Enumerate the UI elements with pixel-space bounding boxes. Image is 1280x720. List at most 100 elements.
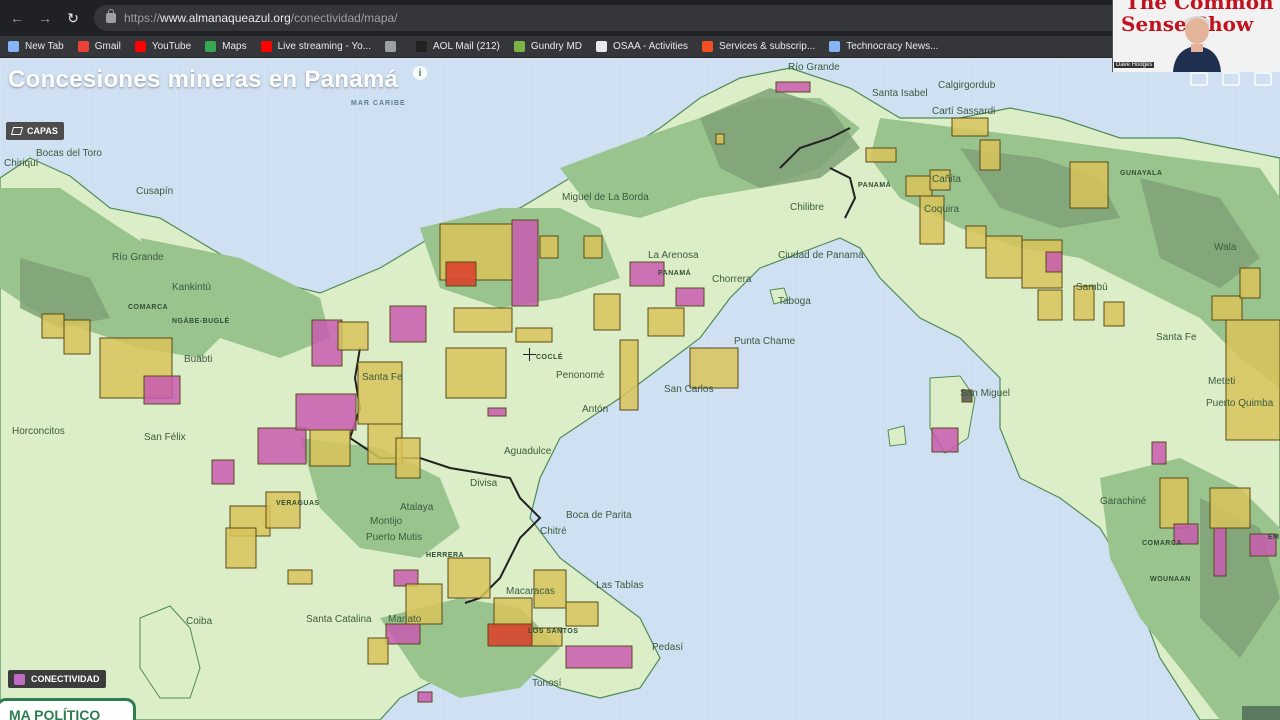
aol-icon xyxy=(416,41,427,52)
place-label: Macaracas xyxy=(506,586,555,597)
place-label: Santa Fe xyxy=(362,372,403,383)
bookmark-label: Gmail xyxy=(94,41,121,52)
url-path: /conectividad/mapa/ xyxy=(290,11,398,25)
info-icon[interactable]: i xyxy=(413,66,427,80)
place-label: Aguadulce xyxy=(504,446,552,457)
place-label: Garachiné xyxy=(1100,496,1147,507)
browser-toolbar: ← → ↻ https://www.almanaqueazul.org/cone… xyxy=(0,0,1280,36)
place-label: Chiriquí xyxy=(4,158,39,169)
place-label: Tonosí xyxy=(532,678,562,689)
youtube-icon xyxy=(260,41,272,52)
bookmark-label: AOL Mail (212) xyxy=(433,41,500,52)
place-label: Chorrera xyxy=(712,274,752,285)
lock-icon xyxy=(106,9,116,23)
place-label: Mariato xyxy=(388,614,422,625)
place-label: Boca de Parita xyxy=(566,510,632,521)
place-label: Pedasí xyxy=(652,642,684,653)
place-label: Calgirgordub xyxy=(938,80,996,91)
bookmark-label: Services & subscrip... xyxy=(719,41,816,52)
bookmark-item[interactable]: Maps xyxy=(205,41,247,52)
bookmarks-bar: New Tab Gmail YouTube Maps Live streaming - … xyxy=(0,36,1280,58)
place-label: San Carlos xyxy=(664,384,714,395)
place-label: Atalaya xyxy=(400,502,434,513)
place-label: HERRERA xyxy=(426,552,465,559)
place-label: PANAMÁ xyxy=(858,182,892,189)
place-label: Santa Isabel xyxy=(872,88,928,99)
bookmark-label: New Tab xyxy=(25,41,64,52)
youtube-icon xyxy=(134,41,146,52)
connectivity-button[interactable]: CONECTIVIDAD xyxy=(8,670,106,688)
place-label: VERAGUAS xyxy=(276,500,320,507)
map-corner-control[interactable] xyxy=(1242,706,1280,720)
crosshair-cursor-icon xyxy=(523,348,536,361)
place-label: Río Grande xyxy=(788,62,840,73)
globe-icon xyxy=(829,41,841,52)
url-scheme: https:// xyxy=(124,11,161,25)
place-label: Chitré xyxy=(540,526,567,537)
apps-grid-icon xyxy=(8,41,19,52)
place-label: Bocas del Toro xyxy=(36,148,102,159)
place-label: LOS SANTOS xyxy=(528,628,579,635)
place-label: COMARCA xyxy=(1142,540,1183,547)
place-label: Taboga xyxy=(778,296,811,307)
bookmark-item[interactable]: OSAA - Activities xyxy=(596,41,688,52)
place-label: Penonomé xyxy=(556,370,605,381)
bookmark-label: YouTube xyxy=(151,41,192,52)
place-label: Río Grande xyxy=(112,252,164,263)
bookmark-item[interactable]: AOL Mail (212) xyxy=(416,41,500,52)
bookmark-item[interactable]: Gmail xyxy=(77,41,121,52)
place-label: La Arenosa xyxy=(648,250,699,261)
place-label: Sambú xyxy=(1076,282,1108,293)
bookmark-item[interactable]: New Tab xyxy=(8,41,64,52)
maps-icon xyxy=(205,41,217,52)
place-label: San Miguel xyxy=(960,388,1011,399)
bookmark-item[interactable] xyxy=(385,41,402,52)
place-label: COCLÉ xyxy=(536,354,563,361)
place-label: Buäbti xyxy=(184,354,213,365)
fullscreen-icon[interactable] xyxy=(1254,72,1272,86)
presenter-avatar xyxy=(1173,16,1221,72)
microsoft-icon xyxy=(702,41,714,52)
place-label: Coquira xyxy=(924,204,960,215)
place-label: San Félix xyxy=(144,432,186,443)
webcam-overlay: The Common Sense Show Dave Hodges xyxy=(1112,0,1280,72)
place-label: Miguel de La Borda xyxy=(562,192,649,203)
embed-icon[interactable] xyxy=(1222,72,1240,86)
place-label: Ciudad de Panamá xyxy=(778,250,864,261)
place-label: Horconcitos xyxy=(12,426,65,437)
map-title: Concesiones mineras en Panamá xyxy=(8,66,399,93)
osaa-icon xyxy=(596,41,607,52)
place-label: NGÄBE-BUGLÉ xyxy=(172,318,230,325)
place-label: Puerto Quimba xyxy=(1206,398,1274,409)
share-icon[interactable] xyxy=(1190,72,1208,86)
bookmark-label: Live streaming - Yo... xyxy=(277,41,371,52)
reload-icon[interactable]: ↻ xyxy=(62,7,84,29)
political-map-tab[interactable]: MA POLÍTICO xyxy=(0,698,136,720)
layers-icon xyxy=(10,127,24,135)
place-label: Las Tablas xyxy=(596,580,644,591)
place-label: Santa Fe xyxy=(1156,332,1197,343)
connectivity-button-label: CONECTIVIDAD xyxy=(31,674,100,684)
bookmark-label: Gundry MD xyxy=(530,41,582,52)
bookmark-item[interactable]: Live streaming - Yo... xyxy=(260,41,371,52)
bookmark-label: Technocracy News... xyxy=(846,41,939,52)
map-toolbar xyxy=(1190,72,1272,86)
place-label: Santa Catalina xyxy=(306,614,372,625)
map-viewport[interactable]: MAR CARIBE Bocas del Toro Chiriquí Cusapín… xyxy=(0,58,1280,720)
bookmark-item[interactable]: Gundry MD xyxy=(513,41,582,52)
bookmark-item[interactable]: Technocracy News... xyxy=(829,41,938,52)
place-label: COMARCA xyxy=(128,304,169,311)
place-label: Puerto Mutis xyxy=(366,532,423,543)
layers-button[interactable]: CAPAS xyxy=(6,122,64,140)
bookmark-item[interactable]: YouTube xyxy=(134,41,192,52)
address-bar[interactable]: https://www.almanaqueazul.org/conectivid… xyxy=(94,5,1174,31)
bookmark-label: OSAA - Activities xyxy=(613,41,689,52)
back-arrow-icon[interactable]: ← xyxy=(6,7,28,29)
forward-arrow-icon[interactable]: → xyxy=(34,7,56,29)
url-domain: www.almanaqueazul.org xyxy=(160,11,291,25)
place-label: Wala xyxy=(1214,242,1237,253)
layers-button-label: CAPAS xyxy=(27,126,58,136)
globe-icon xyxy=(385,41,396,52)
bookmark-item[interactable]: Services & subscrip... xyxy=(702,41,815,52)
place-label: Kankintú xyxy=(172,282,211,293)
